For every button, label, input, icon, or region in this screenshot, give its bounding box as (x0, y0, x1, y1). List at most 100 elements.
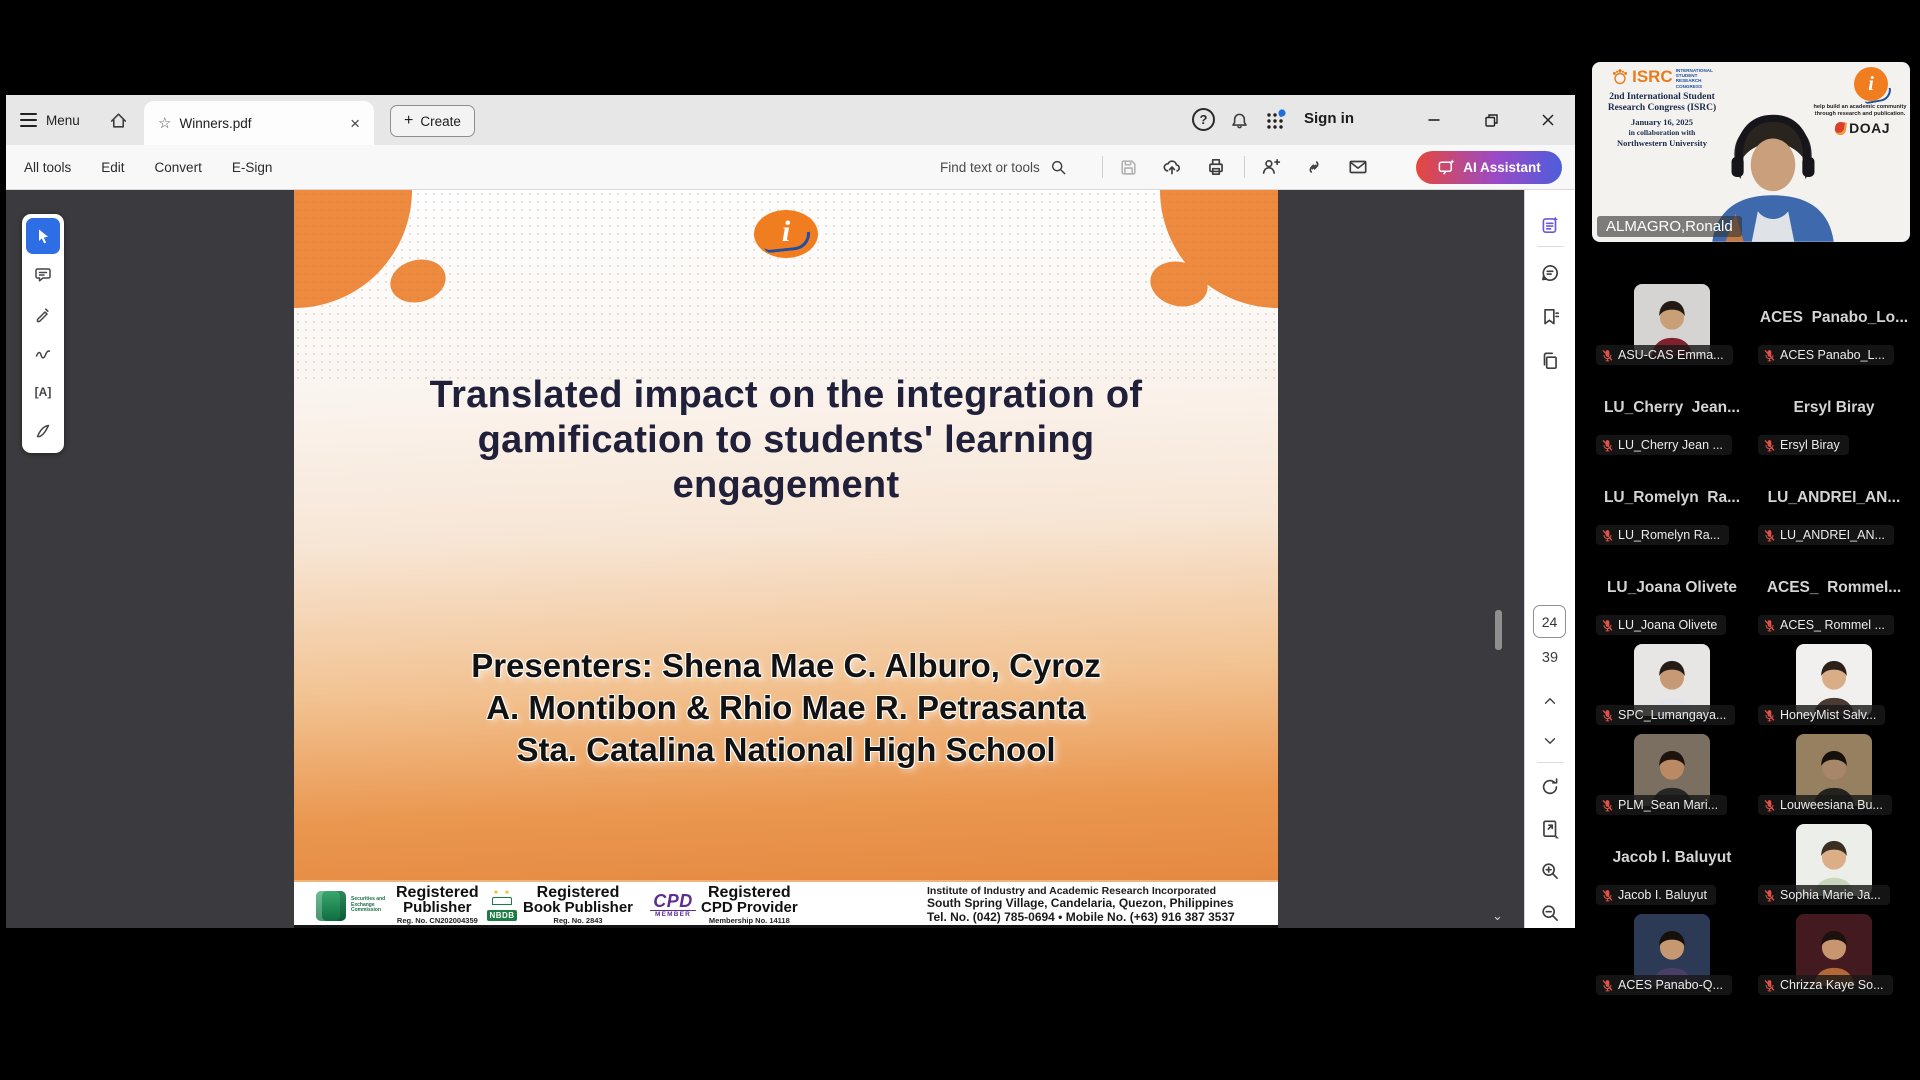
participant-label: HoneyMist Salv... (1758, 705, 1885, 725)
participant-tile[interactable]: ACES_ Rommel... ACES_ Rommel ... (1756, 553, 1912, 637)
sign-in-button[interactable]: Sign in (1304, 110, 1354, 127)
comment-icon (33, 265, 53, 285)
notifications-button[interactable] (1227, 109, 1251, 133)
find-box[interactable]: Find text or tools (940, 145, 1068, 189)
close-button[interactable] (1532, 105, 1564, 135)
participant-name: LU_Cherry Jean... (1594, 399, 1750, 417)
participant-label: Chrizza Kaye So... (1758, 975, 1893, 995)
muted-mic-icon (1763, 889, 1776, 902)
sec-badge: Securities and Exchange Commission Regis… (316, 886, 479, 925)
help-button[interactable]: ? (1192, 108, 1215, 131)
save-button[interactable] (1116, 155, 1140, 179)
participant-label: ACES Panabo_L... (1758, 345, 1894, 365)
participant-tile[interactable]: Ersyl Biray Ersyl Biray (1756, 373, 1912, 457)
cpd-badge: CPD MEMBER Registered CPD Provider Membe… (650, 886, 798, 925)
home-button[interactable] (104, 106, 132, 134)
speaker-video-tile[interactable]: ISRC INTERNATIONAL STUDENT RESEARCH CONG… (1592, 62, 1910, 242)
participant-tile[interactable]: Chrizza Kaye So... (1756, 913, 1912, 997)
apps-button[interactable] (1264, 109, 1286, 131)
slide-title: Translated impact on the integration of … (294, 373, 1278, 508)
request-signatures-button[interactable] (1258, 155, 1282, 179)
participant-name: LU_Joana Olivete (1594, 579, 1750, 597)
tab-all-tools[interactable]: All tools (24, 160, 71, 175)
menu-button[interactable]: Menu (20, 107, 80, 133)
right-panel: 24 39 (1524, 190, 1575, 928)
participant-tile[interactable]: LU_Cherry Jean... LU_Cherry Jean ... (1594, 373, 1750, 457)
restore-button[interactable] (1475, 105, 1507, 135)
participant-tile[interactable]: ASU-CAS Emma... (1594, 283, 1750, 367)
participant-tile[interactable]: LU_ANDREI_AN... LU_ANDREI_AN... (1756, 463, 1912, 547)
menu-label: Menu (46, 113, 80, 128)
sec-logo (316, 891, 346, 921)
nbdb-badge: ✶ ✶ NBDB Registered Book Publisher Reg. … (486, 886, 633, 925)
fit-page-icon (1539, 818, 1561, 840)
participant-label: Ersyl Biray (1758, 435, 1849, 455)
participant-tile[interactable]: PLM_Sean Mari... (1594, 733, 1750, 817)
muted-mic-icon (1763, 529, 1776, 542)
star-icon[interactable]: ☆ (158, 114, 171, 132)
participant-tile[interactable]: ACES Panabo-Q... (1594, 913, 1750, 997)
nbdb-logo: ✶ ✶ NBDB (486, 889, 518, 923)
participant-label: ACES Panabo-Q... (1596, 975, 1732, 995)
muted-mic-icon (1601, 349, 1614, 362)
next-page-button[interactable] (1537, 728, 1563, 754)
ai-assistant-panel-button[interactable] (1537, 212, 1563, 238)
divider (1537, 246, 1564, 247)
tab-esign[interactable]: E-Sign (232, 160, 273, 175)
participant-name: Jacob I. Baluyut (1594, 849, 1750, 867)
tab-convert[interactable]: Convert (155, 160, 202, 175)
tab-close-icon[interactable]: × (346, 115, 364, 132)
previous-page-button[interactable] (1537, 688, 1563, 714)
create-button[interactable]: + Create (390, 105, 475, 137)
pdf-page[interactable]: i Translated impact on the integration o… (294, 190, 1278, 928)
restore-icon (1483, 112, 1500, 129)
isrc-logo-text: ISRC (1632, 68, 1673, 85)
cloud-upload-button[interactable] (1160, 155, 1184, 179)
print-button[interactable] (1204, 155, 1228, 179)
bookmarks-panel-button[interactable] (1537, 304, 1563, 330)
email-button[interactable] (1346, 155, 1370, 179)
current-page-input[interactable]: 24 (1533, 605, 1566, 638)
participant-label: Louweesiana Bu... (1758, 795, 1892, 815)
scroll-down-icon[interactable]: ⌄ (1492, 908, 1503, 924)
page-view-button[interactable] (1537, 816, 1563, 842)
ai-assistant-button[interactable]: AI Assistant (1416, 151, 1562, 184)
document-tab[interactable]: ☆ Winners.pdf × (144, 101, 374, 145)
muted-mic-icon (1601, 799, 1614, 812)
participant-tile[interactable]: Louweesiana Bu... (1756, 733, 1912, 817)
scrollbar-thumb[interactable] (1495, 610, 1502, 650)
slide-edge (294, 925, 1278, 928)
participant-tile[interactable]: Jacob I. Baluyut Jacob I. Baluyut (1594, 823, 1750, 907)
muted-mic-icon (1763, 799, 1776, 812)
cloud-upload-icon (1161, 156, 1183, 178)
add-text-tool[interactable]: [A] (26, 374, 60, 410)
minimize-button[interactable] (1418, 105, 1450, 135)
toolbar: All tools Edit Convert E-Sign Find text … (6, 145, 1575, 190)
zoom-in-button[interactable] (1537, 858, 1563, 884)
isrc-globe-icon (1611, 68, 1629, 86)
rotate-button[interactable] (1537, 774, 1563, 800)
participant-tile[interactable]: Sophia Marie Ja... (1756, 823, 1912, 907)
tab-edit[interactable]: Edit (101, 160, 124, 175)
participant-tile[interactable]: SPC_Lumangaya... (1594, 643, 1750, 727)
highlight-tool[interactable] (26, 296, 60, 332)
participant-tile[interactable]: LU_Joana Olivete LU_Joana Olivete (1594, 553, 1750, 637)
pages-panel-button[interactable] (1537, 348, 1563, 374)
ai-doc-icon (1539, 214, 1561, 236)
search-icon (1049, 158, 1068, 177)
participant-tile[interactable]: HoneyMist Salv... (1756, 643, 1912, 727)
participant-tile[interactable]: LU_Romelyn Ra... LU_Romelyn Ra... (1594, 463, 1750, 547)
draw-tool[interactable] (26, 335, 60, 371)
participant-label: LU_Joana Olivete (1596, 615, 1726, 635)
zoom-out-button[interactable] (1537, 900, 1563, 926)
titlebar: Menu ☆ Winners.pdf × + Create ? (6, 95, 1575, 145)
participant-tile[interactable]: ACES Panabo_Lo... ACES Panabo_L... (1756, 283, 1912, 367)
sign-pen-icon (33, 421, 53, 441)
zoom-in-icon (1539, 860, 1561, 882)
comment-tool[interactable] (26, 257, 60, 293)
comments-panel-button[interactable] (1537, 260, 1563, 286)
share-link-button[interactable] (1302, 155, 1326, 179)
add-text-icon: [A] (35, 385, 52, 399)
select-tool[interactable] (26, 218, 60, 254)
fill-sign-tool[interactable] (26, 413, 60, 449)
